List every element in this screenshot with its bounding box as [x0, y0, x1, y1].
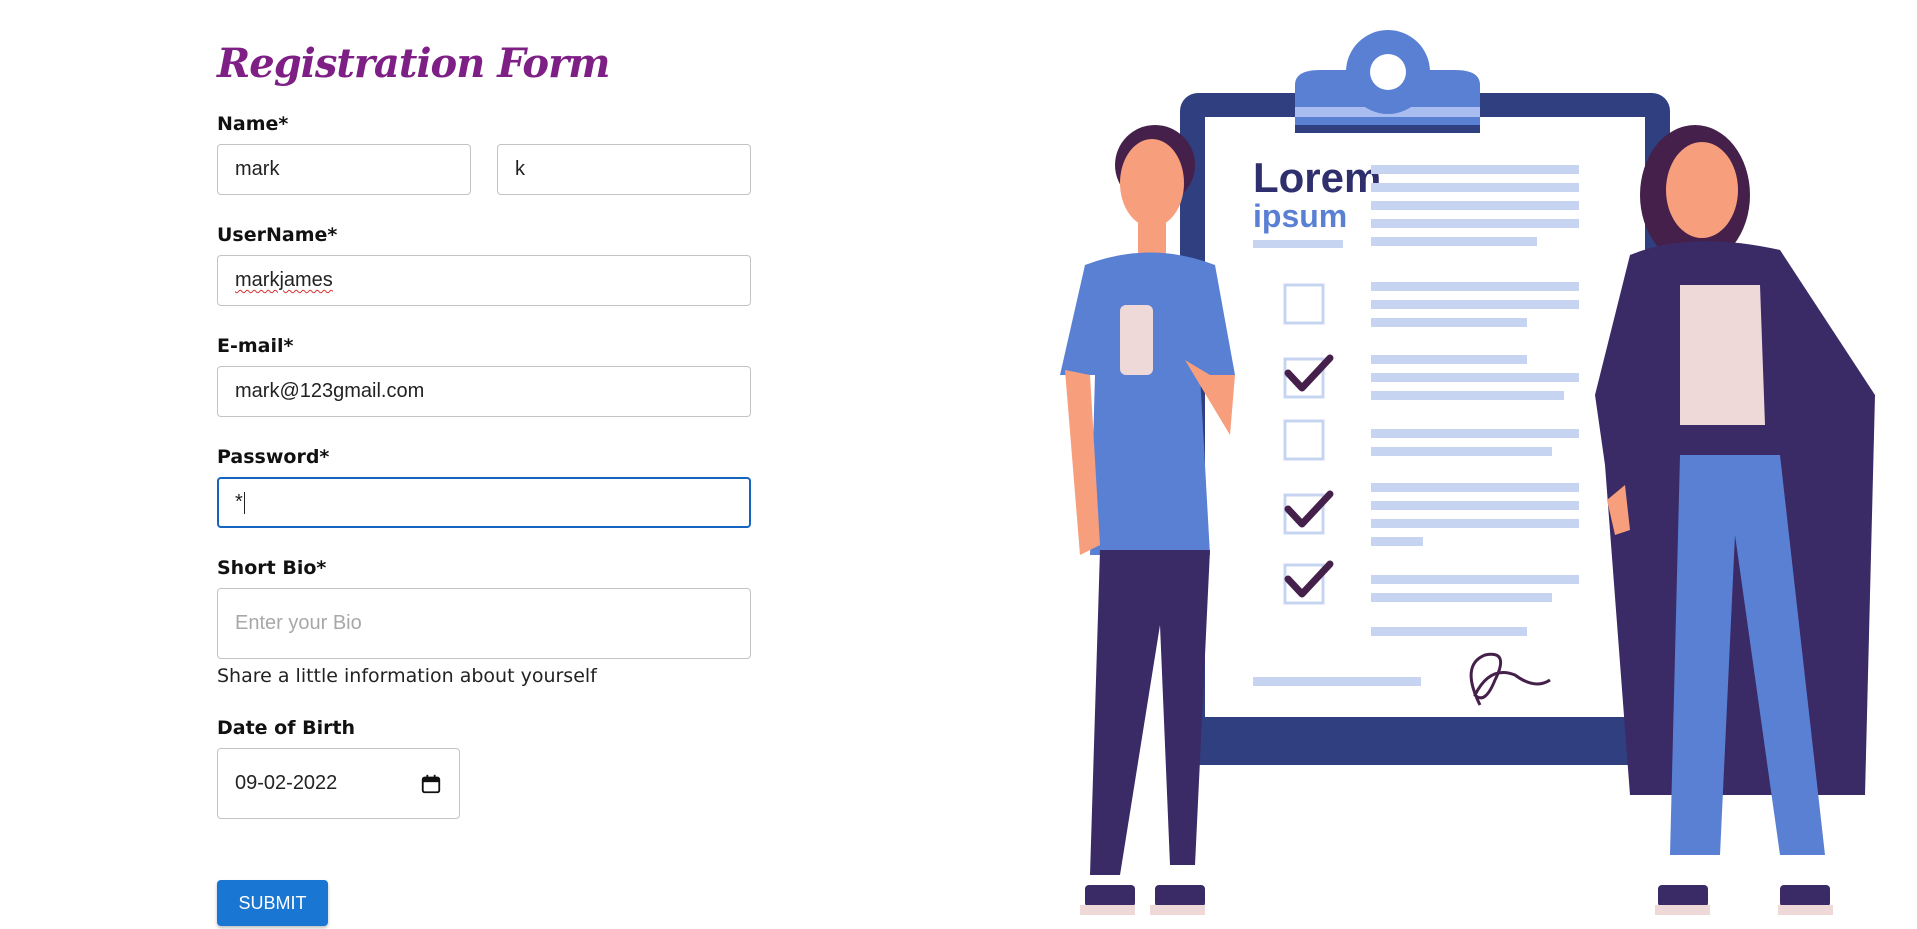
bio-group: Short Bio* Enter your Bio Share a little…	[217, 557, 751, 687]
email-label: E-mail*	[217, 335, 294, 357]
username-label: UserName*	[217, 224, 338, 246]
dob-label: Date of Birth	[217, 717, 356, 739]
bio-helper-text: Share a little information about yoursel…	[217, 665, 597, 687]
last-name-input[interactable]: k	[497, 144, 751, 195]
illustration-heading-2: ipsum	[1253, 198, 1347, 234]
username-input[interactable]: markjames	[217, 255, 751, 306]
bio-input[interactable]: Enter your Bio	[217, 588, 751, 659]
password-input[interactable]: *	[217, 477, 751, 528]
bio-placeholder: Enter your Bio	[235, 612, 362, 634]
email-group: E-mail* mark@123gmail.com	[217, 335, 751, 417]
name-label: Name*	[217, 113, 289, 135]
username-value: markjames	[235, 269, 333, 291]
submit-button[interactable]: SUBMIT	[217, 880, 328, 926]
dob-value: 09-02-2022	[235, 772, 338, 794]
clipboard-illustration: Lorem ipsum	[990, 15, 1890, 929]
illustration-heading-1: Lorem	[1253, 154, 1381, 201]
first-name-value: mark	[235, 158, 280, 180]
page-title: Registration Form	[217, 40, 611, 87]
dob-group: Date of Birth 09-02-2022	[217, 717, 751, 819]
dob-input[interactable]: 09-02-2022	[217, 748, 460, 819]
bio-label: Short Bio*	[217, 557, 327, 579]
calendar-icon[interactable]	[420, 773, 442, 795]
email-input[interactable]: mark@123gmail.com	[217, 366, 751, 417]
first-name-input[interactable]: mark	[217, 144, 471, 195]
password-group: Password* *	[217, 446, 751, 528]
password-value: *	[235, 491, 243, 513]
username-group: UserName* markjames	[217, 224, 751, 306]
text-caret	[243, 491, 245, 514]
name-group: Name* mark k	[217, 113, 751, 195]
registration-form: Registration Form Name* mark k UserName*…	[217, 40, 751, 848]
password-label: Password*	[217, 446, 330, 468]
last-name-value: k	[515, 158, 525, 180]
email-value: mark@123gmail.com	[235, 380, 425, 402]
